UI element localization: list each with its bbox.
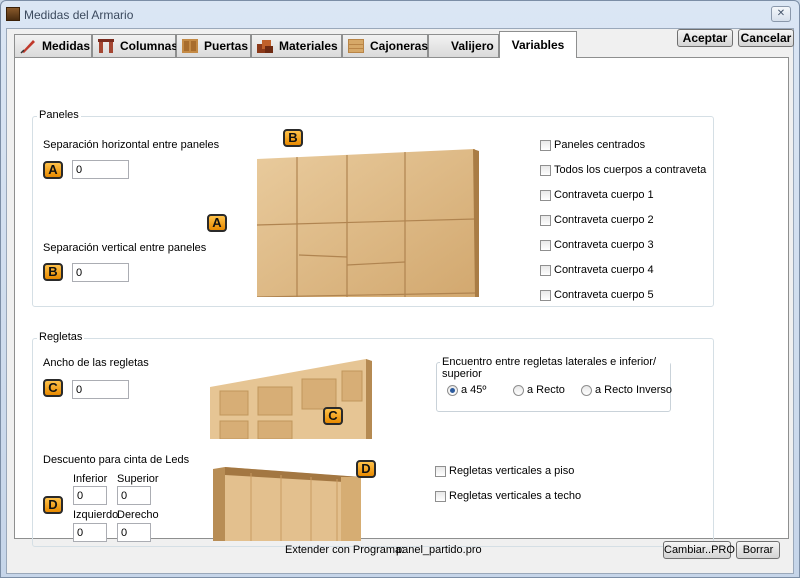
radio-a-recto[interactable] (513, 385, 524, 396)
tab-cajoneras[interactable]: Cajoneras (342, 34, 428, 57)
paneles-centrados-checkbox[interactable] (540, 140, 551, 151)
app-icon (6, 7, 20, 21)
superior-input[interactable] (117, 486, 151, 505)
tab-label: Medidas (42, 39, 91, 53)
tab-materiales[interactable]: Materiales (251, 34, 342, 57)
tab-columnas[interactable]: Columnas (92, 34, 179, 57)
image-badge-d-icon: D (356, 460, 376, 478)
image-badge-a-icon: A (207, 214, 227, 232)
tab-label: Puertas (204, 39, 249, 53)
izquierdo-input[interactable] (73, 523, 107, 542)
badge-a-icon: A (43, 161, 63, 179)
badge-b-icon: B (43, 263, 63, 281)
regletas-group: Regletas Ancho de las regletas C 0 C Des… (32, 331, 714, 547)
radio-a-45-label: a 45º (461, 384, 487, 396)
image-badge-b-icon: B (283, 129, 303, 147)
paneles-group-title: Paneles (37, 109, 81, 121)
radio-a-recto-inverso-label: a Recto Inverso (595, 384, 673, 396)
contraveta-cuerpo-3-label: Contraveta cuerpo 3 (554, 239, 654, 251)
tab-variables[interactable]: Variables (499, 31, 577, 58)
borrar-button[interactable]: Borrar (736, 541, 780, 559)
inferior-label: Inferior (73, 473, 108, 485)
image-badge-c-icon: C (323, 407, 343, 425)
app-window: Medidas del Armario ✕ Medidas Columnas P… (0, 0, 800, 578)
superior-label: Superior (117, 473, 159, 485)
regletas-piso-label: Regletas verticales a piso (449, 465, 575, 477)
descuento-leds-label: Descuento para cinta de Leds (43, 454, 190, 466)
panel-illustration-image (255, 147, 479, 297)
tab-label: Materiales (279, 39, 338, 53)
regleta-front-image (208, 357, 372, 439)
contraveta-cuerpo-2-label: Contraveta cuerpo 2 (554, 214, 654, 226)
contraveta-cuerpo-4-checkbox[interactable] (540, 265, 551, 276)
badge-c-icon: C (43, 379, 63, 397)
contraveta-cuerpo-3-checkbox[interactable] (540, 240, 551, 251)
contraveta-cuerpo-4-label: Contraveta cuerpo 4 (554, 264, 654, 276)
ancho-regletas-label: Ancho de las regletas (43, 357, 149, 369)
contraveta-cuerpo-1-label: Contraveta cuerpo 1 (554, 189, 654, 201)
radio-a-45[interactable] (447, 385, 458, 396)
extender-label: Extender con Programa: (285, 544, 405, 556)
tab-medidas[interactable]: Medidas (14, 34, 92, 57)
paneles-group: Paneles Separación horizontal entre pane… (32, 109, 714, 307)
accept-button[interactable]: Aceptar (677, 29, 733, 47)
materials-icon (256, 38, 274, 54)
tab-label: Cajoneras (370, 39, 429, 53)
badge-d-icon: D (43, 496, 63, 514)
todos-contraveta-checkbox[interactable] (540, 165, 551, 176)
contraveta-cuerpo-5-checkbox[interactable] (540, 290, 551, 301)
encuentro-group: Encuentro entre regletas laterales e inf… (436, 356, 673, 412)
tab-valijero[interactable]: Valijero (428, 34, 499, 57)
program-value: panel_partido.pro (396, 544, 482, 556)
tab-label: Variables (511, 38, 565, 52)
derecho-label: Derecho (117, 509, 159, 521)
window-title: Medidas del Armario (24, 8, 134, 22)
regletas-techo-label: Regletas verticales a techo (449, 490, 582, 502)
radio-a-recto-inverso[interactable] (581, 385, 592, 396)
regleta-side-image (211, 465, 367, 541)
todos-contraveta-label: Todos los cuerpos a contraveta (554, 164, 707, 176)
encuentro-title: Encuentro entre regletas laterales e inf… (440, 356, 670, 380)
inferior-input[interactable] (73, 486, 107, 505)
paneles-centrados-label: Paneles centrados (554, 139, 646, 151)
tab-label: Columnas (120, 39, 179, 53)
horizontal-separation-input[interactable] (72, 160, 129, 179)
horizontal-separation-label: Separación horizontal entre paneles (43, 139, 220, 151)
door-icon (181, 38, 199, 54)
drawers-icon (347, 38, 365, 54)
tab-page-variables: Paneles Separación horizontal entre pane… (14, 57, 789, 547)
vertical-separation-label: Separación vertical entre paneles (43, 242, 207, 254)
regletas-techo-checkbox[interactable] (435, 491, 446, 502)
regletas-group-title: Regletas (37, 331, 85, 343)
title-bar: Medidas del Armario ✕ (1, 1, 799, 27)
cambiar-pro-button[interactable]: Cambiar..PRO (663, 541, 735, 559)
ruler-pencil-icon (19, 38, 37, 54)
contraveta-cuerpo-2-checkbox[interactable] (540, 215, 551, 226)
vertical-separation-input[interactable] (72, 263, 129, 282)
contraveta-cuerpo-1-checkbox[interactable] (540, 190, 551, 201)
izquierdo-label: Izquierdo (73, 509, 119, 521)
contraveta-cuerpo-5-label: Contraveta cuerpo 5 (554, 289, 654, 301)
close-button[interactable]: ✕ (771, 6, 791, 22)
radio-a-recto-label: a Recto (527, 384, 565, 396)
dialog-client: Medidas Columnas Puertas Materiales Cajo… (6, 28, 794, 574)
cancel-button[interactable]: Cancelar (738, 29, 794, 47)
tab-puertas[interactable]: Puertas (176, 34, 251, 57)
regletas-piso-checkbox[interactable] (435, 466, 446, 477)
tab-label: Valijero (451, 39, 494, 53)
derecho-input[interactable] (117, 523, 151, 542)
ancho-regletas-input[interactable] (72, 380, 129, 399)
columns-icon (97, 38, 115, 54)
